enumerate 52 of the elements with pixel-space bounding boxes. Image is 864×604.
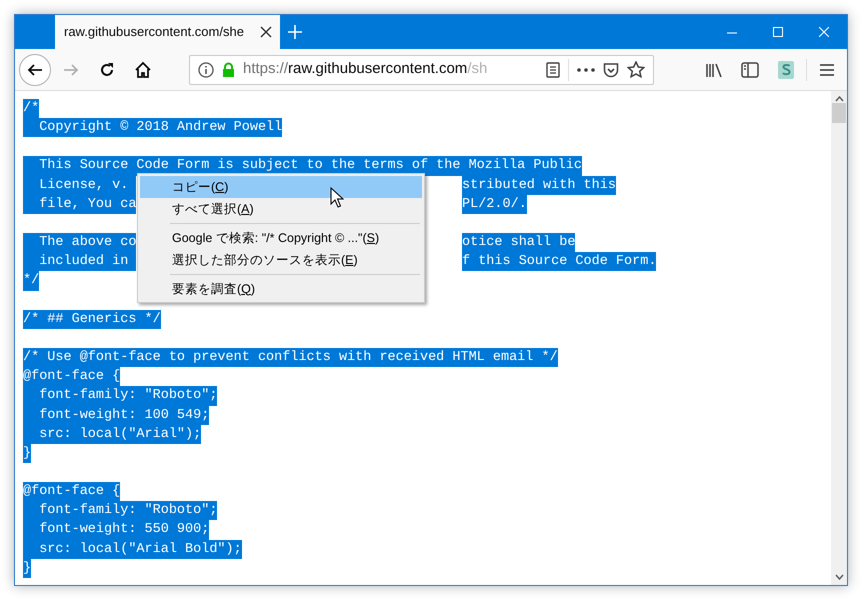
reader-view-icon[interactable] [546, 62, 560, 78]
shield-icon[interactable] [603, 62, 619, 78]
info-icon[interactable] [198, 62, 214, 78]
library-icon[interactable] [705, 62, 723, 78]
code-text: Copyright © 2018 Andrew Powell [23, 118, 282, 138]
extension-icon[interactable] [778, 60, 794, 78]
scrollbar-thumb[interactable] [832, 103, 846, 123]
code-text: stributed with this [462, 176, 616, 195]
star-icon[interactable] [627, 61, 645, 78]
address-bar[interactable]: https://raw.githubusercontent.com/sh [189, 54, 654, 84]
code-text: font-weight: 100 549; [23, 406, 210, 425]
menu-icon[interactable] [819, 62, 835, 76]
code-text: @font-face { [23, 367, 120, 386]
back-arrow-button[interactable] [19, 54, 51, 86]
code-text: otice shall be [462, 233, 576, 252]
menu-item[interactable]: 要素を調査(Q) [140, 278, 422, 300]
code-text: file, You ca [23, 194, 136, 214]
code-text: License, v. [23, 176, 136, 195]
maximize-icon[interactable] [773, 27, 783, 37]
code-text: font-family: "Roboto"; [23, 501, 218, 520]
code-text: src: local("Arial Bold"); [23, 540, 242, 559]
code-text: PL/2.0/. [462, 194, 527, 214]
home-icon [134, 60, 152, 78]
sidebar-icon[interactable] [741, 62, 759, 78]
menu-item[interactable]: すべて選択(A) [140, 198, 422, 220]
code-text: */ [23, 271, 40, 291]
menu-item[interactable]: 選択した部分のソースを表示(E) [140, 249, 422, 271]
menu-item[interactable]: Google で検索: "/* Copyright © ..."(S) [140, 227, 422, 249]
code-text: /* ## Generics */ [23, 310, 161, 329]
code-text: /* Use @font-face to prevent conflicts with received HTML email */ [23, 348, 558, 368]
code-text: @font-face { [23, 482, 120, 502]
code-text: f this Source Code Form. [462, 252, 656, 272]
mouse-cursor-icon [330, 187, 344, 208]
code-text: font-weight: 550 900; [23, 520, 210, 540]
browser-tab[interactable]: raw.githubusercontent.com/she [55, 15, 280, 49]
lock-icon[interactable] [222, 62, 235, 78]
menu-item[interactable]: コピー(C) [140, 176, 422, 198]
more-icon[interactable] [577, 68, 595, 72]
code-text: src: local("Arial"); [23, 424, 202, 444]
url-text: https://raw.githubusercontent.com/sh [243, 59, 488, 80]
scroll-down-icon[interactable] [834, 574, 844, 580]
close-icon[interactable] [260, 26, 272, 38]
code-text: } [23, 444, 32, 463]
reload-icon [98, 60, 116, 78]
code-text: /* [23, 99, 40, 118]
code-text: This Source Code Form is subject to the terms of the Mozilla Public [23, 156, 582, 176]
code-text: } [23, 558, 32, 578]
code-text: included in [23, 252, 136, 272]
code-text: font-family: "Roboto"; [23, 386, 218, 406]
code-text: The above co [23, 233, 136, 252]
new-tab-icon[interactable] [287, 24, 303, 40]
scroll-up-icon[interactable] [834, 96, 844, 102]
